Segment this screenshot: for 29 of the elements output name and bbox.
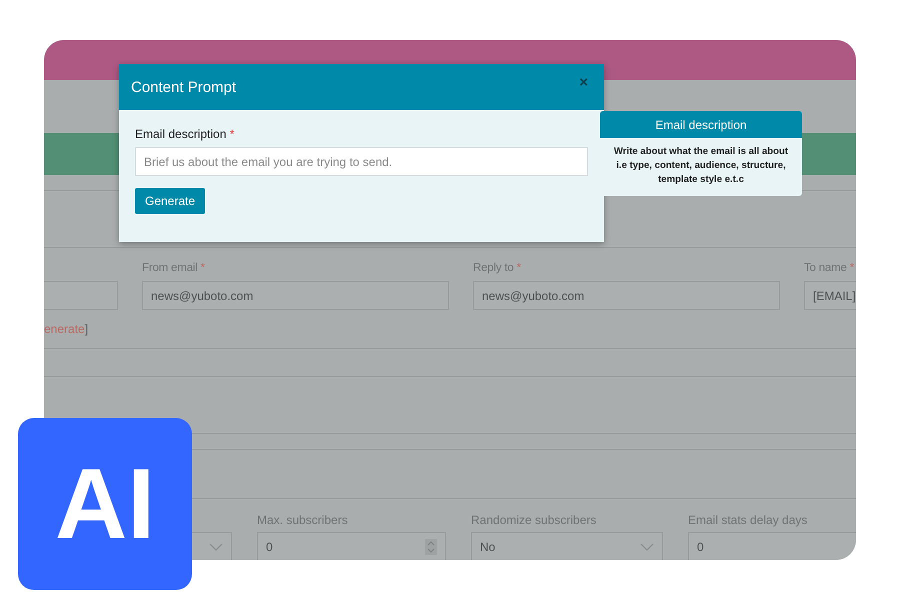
field-label: Randomize subscribers — [471, 513, 596, 527]
text-field[interactable]: 0 — [688, 532, 856, 560]
field-label: To name — [804, 262, 847, 274]
field-label: Reply to — [473, 262, 514, 274]
tooltip-title: Email description — [600, 111, 802, 138]
number-field[interactable]: 0 — [257, 532, 446, 560]
bracket: ] — [84, 322, 88, 336]
field-label: Email stats delay days — [688, 513, 808, 527]
chevron-icon — [209, 542, 223, 550]
select-field[interactable]: No — [471, 532, 663, 560]
spinner-icon[interactable] — [425, 538, 437, 554]
tooltip-text: Write about what the email is all about i.e type, content, audience, structure, template style e.t.c — [612, 145, 790, 187]
field-label: Max. subscribers — [257, 513, 348, 527]
required-mark: * — [230, 127, 234, 141]
required-mark: * — [516, 262, 521, 274]
text-field[interactable]: [EMAIL] — [804, 281, 856, 310]
email-description-field[interactable]: Brief us about the email you are trying to send. — [135, 147, 588, 176]
select-field[interactable] — [192, 532, 232, 560]
dialog-title: Content Prompt — [131, 78, 236, 96]
text-field[interactable]: news@yuboto.com — [473, 281, 780, 310]
field-label: From email — [142, 262, 198, 274]
field-label: Email description — [135, 127, 226, 141]
generate-button[interactable]: Generate — [135, 188, 206, 214]
required-mark: * — [850, 262, 854, 274]
chevron-icon — [640, 542, 654, 550]
text-field[interactable]: news@yuboto.com — [142, 281, 449, 310]
badge-text: AI — [55, 454, 155, 554]
required-mark: * — [200, 262, 205, 274]
close-button[interactable]: × — [575, 74, 592, 91]
